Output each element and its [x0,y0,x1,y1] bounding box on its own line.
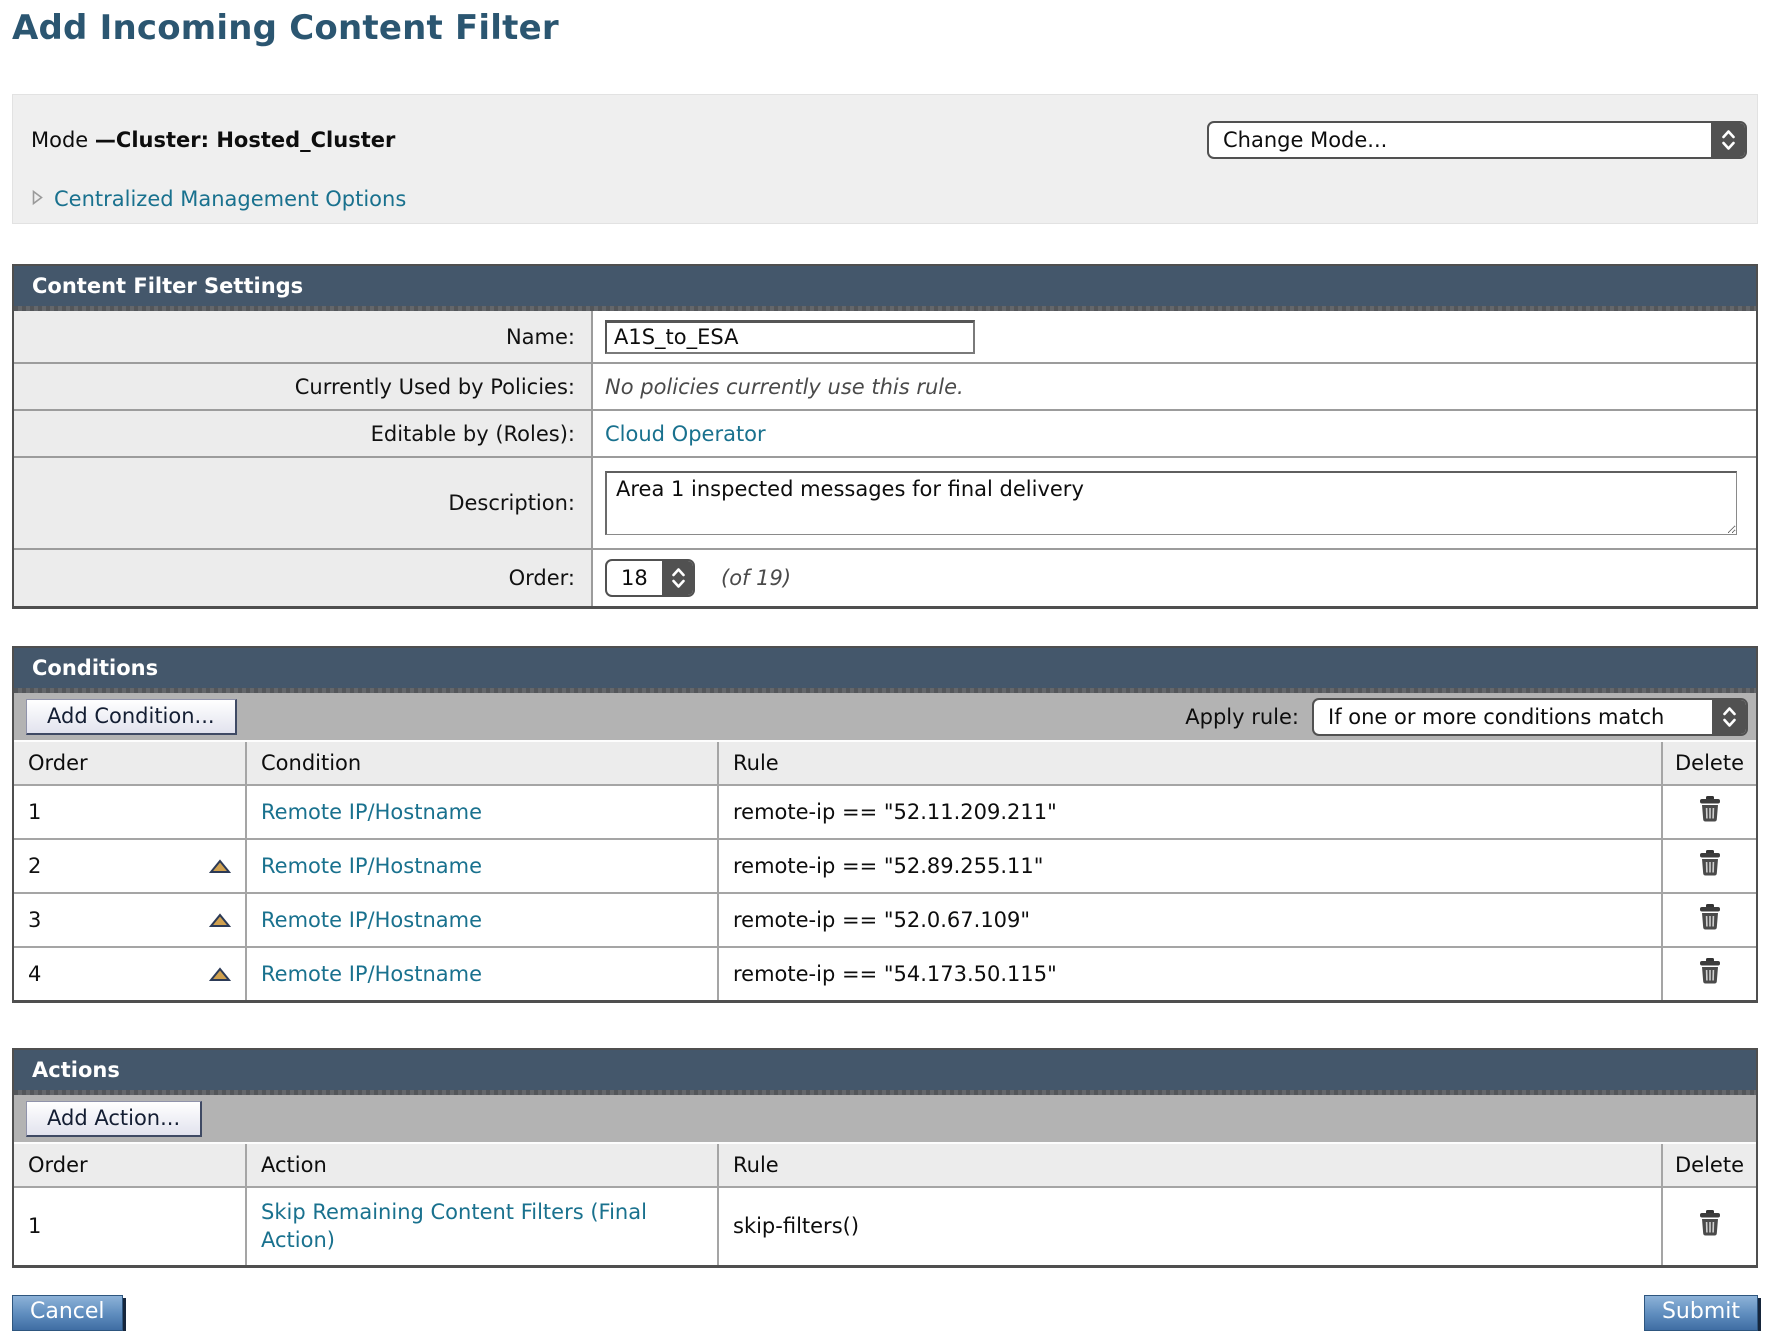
policies-note: No policies currently use this rule. [605,375,964,399]
cloud-operator-link[interactable]: Cloud Operator [605,422,766,446]
conditions-section: Conditions Add Condition... Apply rule: … [12,646,1758,1003]
condition-order: 1 [28,800,41,824]
submit-button[interactable]: Submit [1644,1295,1758,1331]
content-filter-settings-section: Content Filter Settings Name: Currently … [12,264,1758,609]
apply-rule-select[interactable]: If one or more conditions match [1312,698,1748,736]
move-up-button[interactable] [209,913,231,928]
trash-icon [1698,1225,1722,1240]
apply-rule-label: Apply rule: [1185,705,1299,729]
mode-text: Mode —Cluster: Hosted_Cluster [31,128,395,152]
condition-link[interactable]: Remote IP/Hostname [261,854,482,878]
table-row: 1 Skip Remaining Content Filters (Final … [14,1187,1756,1265]
name-label: Name: [14,311,592,363]
settings-section-title: Content Filter Settings [14,266,1756,306]
condition-link[interactable]: Remote IP/Hostname [261,962,482,986]
cancel-button[interactable]: Cancel [12,1295,123,1331]
trash-icon [1698,811,1722,826]
delete-condition-button[interactable] [1698,904,1722,931]
trash-icon [1698,865,1722,880]
mode-panel: Mode —Cluster: Hosted_Cluster Change Mod… [12,94,1758,224]
conditions-col-rule: Rule [718,742,1662,785]
move-up-triangle-icon [209,862,231,877]
order-select[interactable]: 18 [605,559,695,597]
change-mode-select[interactable]: Change Mode... [1207,121,1747,159]
action-rule: skip-filters() [733,1214,859,1238]
table-row: 1 Remote IP/Hostname remote-ip == "52.11… [14,785,1756,839]
table-row: 2 Remote IP/Hostname remote-ip == "52.89… [14,839,1756,893]
add-condition-button[interactable]: Add Condition... [26,699,237,735]
move-up-triangle-icon [209,970,231,985]
policies-label: Currently Used by Policies: [14,363,592,410]
condition-order: 4 [28,962,41,986]
trash-icon [1698,973,1722,988]
footer-bar: Cancel Submit [12,1295,1758,1331]
trash-icon [1698,919,1722,934]
condition-rule: remote-ip == "52.0.67.109" [733,908,1030,932]
delete-condition-button[interactable] [1698,796,1722,823]
actions-col-action: Action [246,1144,718,1187]
description-textarea[interactable]: Area 1 inspected messages for final deli… [605,471,1737,535]
action-order: 1 [28,1214,41,1238]
condition-rule: remote-ip == "52.11.209.211" [733,800,1057,824]
actions-col-delete: Delete [1662,1144,1756,1187]
select-stepper-icon [662,561,695,595]
move-up-button[interactable] [209,967,231,982]
move-up-triangle-icon [209,916,231,931]
mode-label: Mode [31,128,88,152]
name-input[interactable] [605,320,975,354]
apply-rule-select-value: If one or more conditions match [1314,705,1678,729]
delete-condition-button[interactable] [1698,850,1722,877]
actions-section-title: Actions [14,1050,1756,1090]
page-title: Add Incoming Content Filter [12,8,1770,48]
actions-col-rule: Rule [718,1144,1662,1187]
delete-action-button[interactable] [1698,1210,1722,1237]
condition-order: 2 [28,854,41,878]
select-stepper-icon [1711,123,1745,157]
order-label: Order: [14,549,592,606]
actions-col-order: Order [14,1144,246,1187]
table-row: 3 Remote IP/Hostname remote-ip == "52.0.… [14,893,1756,947]
condition-rule: remote-ip == "54.173.50.115" [733,962,1057,986]
condition-link[interactable]: Remote IP/Hostname [261,908,482,932]
order-of-note: (of 19) [721,566,791,590]
centralized-management-options-link[interactable]: Centralized Management Options [54,187,406,211]
conditions-toolbar: Add Condition... Apply rule: If one or m… [14,693,1756,742]
delete-condition-button[interactable] [1698,958,1722,985]
roles-label: Editable by (Roles): [14,410,592,457]
mode-value: —Cluster: Hosted_Cluster [95,128,395,152]
description-label: Description: [14,457,592,549]
change-mode-select-value: Change Mode... [1209,128,1401,152]
actions-section: Actions Add Action... Order Action Rule … [12,1048,1758,1268]
condition-order: 3 [28,908,41,932]
move-up-button[interactable] [209,859,231,874]
table-row: 4 Remote IP/Hostname remote-ip == "54.17… [14,947,1756,1000]
conditions-col-delete: Delete [1662,742,1756,785]
select-stepper-icon [1712,700,1746,734]
order-select-value: 18 [607,566,662,590]
condition-link[interactable]: Remote IP/Hostname [261,800,482,824]
add-action-button[interactable]: Add Action... [26,1101,202,1137]
disclosure-triangle-icon[interactable] [31,189,44,210]
actions-toolbar: Add Action... [14,1095,1756,1144]
condition-rule: remote-ip == "52.89.255.11" [733,854,1043,878]
conditions-col-order: Order [14,742,246,785]
conditions-section-title: Conditions [14,648,1756,688]
conditions-col-condition: Condition [246,742,718,785]
action-link[interactable]: Skip Remaining Content Filters (Final Ac… [261,1198,681,1255]
